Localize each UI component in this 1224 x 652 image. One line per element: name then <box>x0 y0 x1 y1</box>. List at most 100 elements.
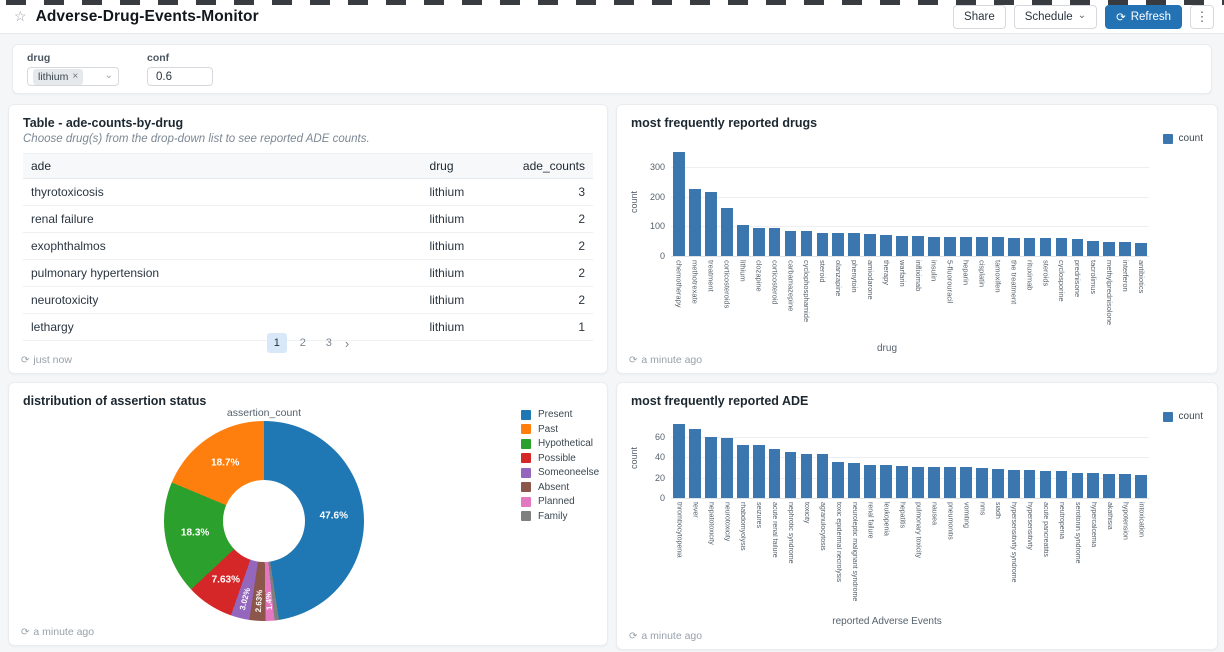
bar-vomiting[interactable] <box>960 467 972 498</box>
bar-agranulocytosis[interactable] <box>817 454 829 498</box>
legend-item-Hypothetical[interactable]: Hypothetical <box>521 438 599 449</box>
favorite-star-icon[interactable]: ☆ <box>14 8 27 25</box>
page-button-3[interactable]: 3 <box>319 333 339 353</box>
bar-serotonin syndrome[interactable] <box>1072 473 1084 498</box>
bar-nms[interactable] <box>976 468 988 498</box>
drug-filter-chip: lithium × <box>33 69 83 85</box>
bar-prednisone[interactable] <box>1072 239 1084 256</box>
bar-thrombocytopenia[interactable] <box>673 424 685 498</box>
bar-steroids[interactable] <box>1040 238 1052 256</box>
bar-interferon[interactable] <box>1119 242 1131 256</box>
more-options-button[interactable]: ⋮ <box>1190 5 1214 29</box>
bar-renal failure[interactable] <box>864 465 876 498</box>
bar-column <box>958 421 974 498</box>
bar-carbamazepine[interactable] <box>785 231 797 256</box>
bar-clozapine[interactable] <box>753 228 765 256</box>
drug-filter-select[interactable]: lithium × ⌄ <box>27 67 119 86</box>
bar-hepatitis[interactable] <box>896 466 908 498</box>
bar-column <box>735 149 751 256</box>
drugs-chart-title: most frequently reported drugs <box>631 116 817 130</box>
ade-chart-legend[interactable]: count <box>1163 411 1203 422</box>
legend-label: Possible <box>538 453 576 464</box>
next-page-icon[interactable]: › <box>345 336 349 351</box>
bar-neuroleptic malignant syndrome[interactable] <box>848 463 860 498</box>
bar-hepatotoxicity[interactable] <box>705 437 717 498</box>
bar-hypotension[interactable] <box>1119 474 1131 498</box>
conf-input[interactable] <box>147 67 213 86</box>
schedule-button[interactable]: Schedule⌄ <box>1014 5 1097 29</box>
bar-pulmonary toxicity[interactable] <box>912 467 924 498</box>
bar-neurotoxicity[interactable] <box>721 438 733 498</box>
bar-nausea[interactable] <box>928 467 940 498</box>
bar-cyclophosphamide[interactable] <box>801 231 813 256</box>
share-button[interactable]: Share <box>953 5 1006 29</box>
x-label-text: carbamazepine <box>787 260 795 338</box>
bar-insulin[interactable] <box>928 237 940 256</box>
page-button-1[interactable]: 1 <box>267 333 287 353</box>
bar-cyclosporine[interactable] <box>1056 238 1068 256</box>
legend-item-Present[interactable]: Present <box>521 409 599 420</box>
bar-column <box>1085 421 1101 498</box>
bar-acute renal failure[interactable] <box>769 449 781 498</box>
bar-pneumonitis[interactable] <box>944 467 956 498</box>
page-button-2[interactable]: 2 <box>293 333 313 353</box>
bar-heparin[interactable] <box>960 237 972 256</box>
bar-lithium[interactable] <box>737 225 749 256</box>
bar-column <box>942 149 958 256</box>
y-tick-60: 60 <box>655 432 665 442</box>
bar-steroid[interactable] <box>817 233 829 256</box>
drugs-chart-legend[interactable]: count <box>1163 133 1203 144</box>
y-tick-20: 20 <box>655 473 665 483</box>
chip-remove-icon[interactable]: × <box>72 71 78 82</box>
legend-item-Planned[interactable]: Planned <box>521 496 599 507</box>
bar-acute pancreatitis[interactable] <box>1040 471 1052 498</box>
bar-rituximab[interactable] <box>1024 238 1036 256</box>
bar-hypersensitivity[interactable] <box>1024 470 1036 498</box>
bar-rhabdomyolysis[interactable] <box>737 445 749 498</box>
bar-methylprednisolone[interactable] <box>1103 242 1115 256</box>
legend-item-Absent[interactable]: Absent <box>521 482 599 493</box>
bar-leukopenia[interactable] <box>880 465 892 498</box>
bar-neutropenia[interactable] <box>1056 471 1068 498</box>
legend-item-Past[interactable]: Past <box>521 424 599 435</box>
bar-olanzapine[interactable] <box>832 233 844 256</box>
x-label: toxicity <box>799 502 815 612</box>
bar-methotrexate[interactable] <box>689 189 701 256</box>
donut-chart[interactable]: 47.6%18.7%18.3%7.63%3.02%2.63%1.4% <box>164 421 364 621</box>
bar-infliximab[interactable] <box>912 236 924 256</box>
bar-nephrotic syndrome[interactable] <box>785 452 797 498</box>
bar-column <box>958 149 974 256</box>
bar-seizures[interactable] <box>753 445 765 498</box>
refresh-icon: ⟳ <box>21 355 29 366</box>
bar-akathisia[interactable] <box>1103 474 1115 498</box>
bar-corticosteroids[interactable] <box>721 208 733 256</box>
bar-treatment[interactable] <box>705 192 717 256</box>
bar-siadh[interactable] <box>992 469 1004 498</box>
legend-item-Possible[interactable]: Possible <box>521 453 599 464</box>
bar-the treatment[interactable] <box>1008 238 1020 256</box>
bar-intoxication[interactable] <box>1135 475 1147 498</box>
bar-amiodarone[interactable] <box>864 234 876 256</box>
bar-chemotherapy[interactable] <box>673 152 685 256</box>
bar-column <box>735 421 751 498</box>
legend-item-Someoneelse[interactable]: Someoneelse <box>521 467 599 478</box>
bar-hypersensitivity syndrome[interactable] <box>1008 470 1020 498</box>
bar-toxicity[interactable] <box>801 454 813 498</box>
bar-warfarin[interactable] <box>896 236 908 256</box>
bar-toxic epidermal necrolysis[interactable] <box>832 462 844 498</box>
bar-therapy[interactable] <box>880 235 892 256</box>
bar-antibiotics[interactable] <box>1135 243 1147 256</box>
bar-column <box>799 421 815 498</box>
bar-5-fluorouracil[interactable] <box>944 237 956 256</box>
bar-corticosteroid[interactable] <box>769 228 781 256</box>
bar-fever[interactable] <box>689 429 701 498</box>
bar-tamoxifen[interactable] <box>992 237 1004 256</box>
legend-item-Family[interactable]: Family <box>521 511 599 522</box>
bar-hypercalcemia[interactable] <box>1087 473 1099 498</box>
bar-cisplatin[interactable] <box>976 237 988 256</box>
x-label-text: siadh <box>994 502 1001 612</box>
refresh-button[interactable]: ⟳Refresh <box>1105 5 1182 29</box>
bar-tacrolimus[interactable] <box>1087 241 1099 256</box>
pie-slice-label-Absent: 2.63% <box>254 589 264 612</box>
bar-phenytoin[interactable] <box>848 233 860 256</box>
